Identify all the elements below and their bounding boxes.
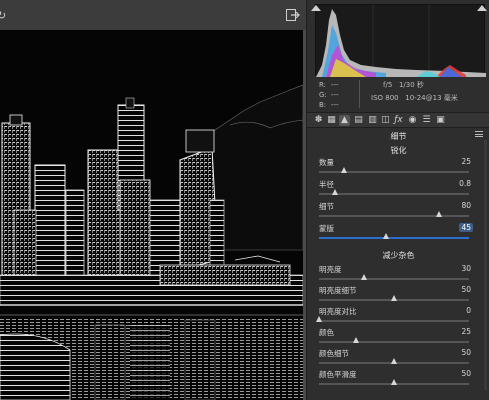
snapshots-icon[interactable]: ▣: [435, 115, 446, 126]
slider-track[interactable]: [319, 278, 469, 280]
histogram: [315, 4, 486, 77]
tone-curve-icon[interactable]: ▦: [326, 115, 337, 126]
slider-value-field[interactable]: 50: [441, 348, 471, 357]
slider-label: 蒙版: [319, 224, 334, 233]
g-value: ---: [331, 91, 339, 99]
export-icon[interactable]: [286, 9, 300, 21]
split-toning-icon[interactable]: ▥: [367, 115, 378, 126]
highlight-clipping-icon[interactable]: [477, 5, 487, 11]
panel-header: 细节: [390, 132, 407, 141]
rotate-icon[interactable]: ↻: [0, 9, 6, 22]
camera-calibration-icon[interactable]: ◉: [407, 115, 418, 126]
slider-thumb[interactable]: [383, 233, 389, 239]
slider-label: 明亮度对比: [319, 307, 357, 316]
noise-reduction-title: 减少杂色: [382, 251, 415, 260]
slider-track[interactable]: [319, 237, 469, 239]
slider-row: 细节 80: [319, 201, 483, 223]
slider-thumb[interactable]: [390, 379, 397, 385]
exif-info: f/5 1/30 秒 ISO 800 10-24@13 毫米: [371, 80, 458, 103]
city-skyline-photo: [0, 84, 303, 400]
basic-icon[interactable]: ✽: [313, 115, 324, 126]
slider-label: 细节: [319, 202, 334, 211]
r-value: ---: [331, 81, 339, 89]
sharpen-title: 锐化: [390, 146, 407, 155]
slider-row: 半径 0.8: [319, 179, 483, 201]
photo-canvas[interactable]: [0, 30, 303, 400]
slider-thumb[interactable]: [332, 189, 338, 195]
panel-menu-icon[interactable]: [475, 131, 483, 137]
panel-scrollbar[interactable]: [484, 140, 487, 390]
slider-thumb[interactable]: [353, 337, 359, 343]
slider-thumb[interactable]: [390, 295, 397, 301]
slider-thumb[interactable]: [435, 211, 442, 217]
slider-label: 明亮度细节: [319, 286, 357, 295]
slider-value-field[interactable]: 0.8: [441, 179, 471, 188]
slider-value-field[interactable]: 25: [441, 327, 471, 336]
shadow-clipping-icon[interactable]: [311, 5, 321, 11]
slider-label: 颜色细节: [319, 349, 349, 358]
slider-row: 明亮度对比 0: [315, 306, 483, 328]
develop-panel: R: --- G: --- B: --- f/5 1/30 秒 ISO 800 10-…: [306, 0, 489, 400]
slider-value-field[interactable]: 25: [441, 157, 471, 166]
lens-corrections-icon[interactable]: ◫: [380, 115, 391, 126]
exif-shutter: 1/30 秒: [398, 81, 424, 89]
hsl-icon[interactable]: ▤: [353, 115, 364, 126]
slider-row: 颜色平滑度 50: [319, 369, 483, 391]
g-label: G:: [319, 91, 327, 99]
slider-track[interactable]: [319, 193, 469, 195]
slider-track[interactable]: [319, 320, 469, 322]
readout-separator: [359, 80, 360, 108]
rgb-readout: R: --- G: --- B: ---: [319, 80, 343, 110]
presets-icon[interactable]: ☰: [421, 115, 432, 126]
slider-value-field[interactable]: 50: [441, 369, 471, 378]
slider-label: 颜色平滑度: [319, 370, 357, 379]
detail-icon[interactable]: ▲: [339, 115, 350, 126]
slider-value-field[interactable]: 0: [441, 306, 471, 315]
slider-thumb[interactable]: [315, 316, 322, 322]
slider-track[interactable]: [319, 215, 469, 217]
slider-value-field[interactable]: 80: [441, 201, 471, 210]
slider-thumb[interactable]: [390, 358, 397, 364]
slider-row: 颜色 25: [319, 327, 483, 349]
histogram-readout: R: --- G: --- B: --- f/5 1/30 秒 ISO 800 10-…: [319, 80, 479, 110]
preview-topbar: ↻: [0, 0, 306, 30]
exif-iso: ISO 800: [371, 94, 399, 102]
histogram-graph: [316, 5, 486, 77]
slider-value-field[interactable]: 30: [441, 264, 471, 273]
slider-label: 颜色: [319, 328, 334, 337]
slider-thumb[interactable]: [360, 274, 367, 280]
exif-lens: 10-24@13 毫米: [405, 94, 458, 102]
slider-track[interactable]: [319, 341, 469, 343]
b-label: B:: [319, 101, 327, 109]
slider-row: 数量 25: [319, 157, 483, 179]
slider-label: 数量: [319, 158, 334, 167]
b-value: ---: [331, 101, 339, 109]
exif-aperture: f/5: [383, 81, 393, 89]
fx-icon[interactable]: ƒx: [393, 115, 404, 126]
slider-value-field[interactable]: 45: [459, 223, 473, 232]
panel-tabs-toolbar: ✽ ▦ ▲ ▤ ▥ ◫ ƒx ◉ ☰ ▣: [307, 112, 489, 128]
slider-row: 明亮度细节 50: [319, 285, 483, 307]
image-preview-area: ↻: [0, 0, 306, 400]
slider-value-field[interactable]: 50: [441, 285, 471, 294]
slider-row: 颜色细节 50: [319, 348, 483, 370]
slider-thumb[interactable]: [341, 167, 347, 173]
r-label: R:: [319, 81, 327, 89]
slider-row: 明亮度 30: [319, 264, 483, 286]
slider-label: 明亮度: [319, 265, 342, 274]
slider-row: 蒙版 45: [319, 223, 483, 245]
